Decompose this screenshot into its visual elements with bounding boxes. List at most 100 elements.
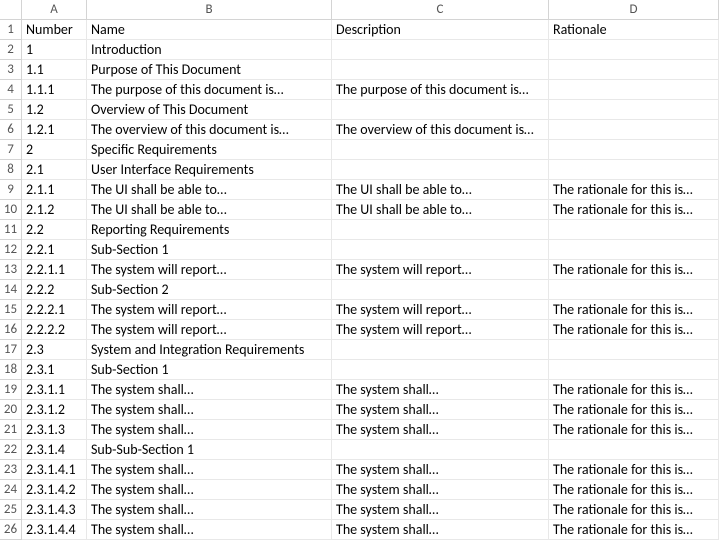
data-cell[interactable]: The system shall… (332, 500, 549, 520)
data-cell[interactable]: Overview of This Document (87, 100, 332, 120)
data-cell[interactable]: 2.3.1 (22, 360, 87, 380)
data-cell[interactable]: The system will report… (332, 260, 549, 280)
data-cell[interactable] (332, 140, 549, 160)
data-cell[interactable]: The UI shall be able to… (87, 200, 332, 220)
data-cell[interactable] (549, 340, 719, 360)
data-cell[interactable]: The rationale for this is… (549, 480, 719, 500)
row-header-1[interactable]: 1 (0, 20, 22, 40)
row-header-13[interactable]: 13 (0, 260, 22, 280)
data-cell[interactable] (549, 100, 719, 120)
data-cell[interactable]: The rationale for this is… (549, 520, 719, 540)
data-cell[interactable]: The system shall… (87, 520, 332, 540)
row-header-18[interactable]: 18 (0, 360, 22, 380)
data-cell[interactable] (332, 240, 549, 260)
data-cell[interactable]: The rationale for this is… (549, 400, 719, 420)
data-cell[interactable]: The purpose of this document is… (332, 80, 549, 100)
data-cell[interactable]: 1.2.1 (22, 120, 87, 140)
data-cell[interactable]: System and Integration Requirements (87, 340, 332, 360)
data-cell[interactable] (549, 240, 719, 260)
data-cell[interactable]: 1 (22, 40, 87, 60)
data-cell[interactable]: 2.3.1.4.2 (22, 480, 87, 500)
data-cell[interactable] (332, 340, 549, 360)
data-cell[interactable]: The UI shall be able to… (87, 180, 332, 200)
header-cell[interactable]: Number (22, 20, 87, 40)
data-cell[interactable]: The system will report… (87, 260, 332, 280)
data-cell[interactable]: 2.1 (22, 160, 87, 180)
data-cell[interactable]: 2.3.1.1 (22, 380, 87, 400)
row-header-25[interactable]: 25 (0, 500, 22, 520)
row-header-2[interactable]: 2 (0, 40, 22, 60)
data-cell[interactable]: 2.2.2 (22, 280, 87, 300)
data-cell[interactable]: The rationale for this is… (549, 420, 719, 440)
data-cell[interactable]: Sub-Section 1 (87, 360, 332, 380)
data-cell[interactable]: 2.2.1.1 (22, 260, 87, 280)
data-cell[interactable]: The system will report… (332, 300, 549, 320)
row-header-5[interactable]: 5 (0, 100, 22, 120)
data-cell[interactable]: The system shall… (87, 500, 332, 520)
row-header-3[interactable]: 3 (0, 60, 22, 80)
data-cell[interactable] (332, 220, 549, 240)
data-cell[interactable]: The system shall… (87, 380, 332, 400)
data-cell[interactable]: The system shall… (332, 460, 549, 480)
data-cell[interactable]: The rationale for this is… (549, 320, 719, 340)
data-cell[interactable]: 2.3 (22, 340, 87, 360)
row-header-9[interactable]: 9 (0, 180, 22, 200)
row-header-15[interactable]: 15 (0, 300, 22, 320)
data-cell[interactable]: The system will report… (87, 320, 332, 340)
data-cell[interactable] (549, 220, 719, 240)
data-cell[interactable] (549, 40, 719, 60)
data-cell[interactable]: The system shall… (332, 400, 549, 420)
column-header-A[interactable]: A (22, 0, 87, 20)
data-cell[interactable] (332, 440, 549, 460)
row-header-22[interactable]: 22 (0, 440, 22, 460)
data-cell[interactable]: 2.1.2 (22, 200, 87, 220)
row-header-12[interactable]: 12 (0, 240, 22, 260)
data-cell[interactable]: 2.2.1 (22, 240, 87, 260)
data-cell[interactable]: 1.2 (22, 100, 87, 120)
spreadsheet-grid[interactable]: ABCD1NumberNameDescriptionRationale21Int… (0, 0, 719, 540)
data-cell[interactable] (332, 360, 549, 380)
column-header-B[interactable]: B (87, 0, 332, 20)
data-cell[interactable]: The system will report… (332, 320, 549, 340)
row-header-26[interactable]: 26 (0, 520, 22, 540)
data-cell[interactable]: 1.1 (22, 60, 87, 80)
data-cell[interactable] (549, 280, 719, 300)
data-cell[interactable]: The rationale for this is… (549, 260, 719, 280)
data-cell[interactable]: The system shall… (332, 480, 549, 500)
data-cell[interactable]: 2.1.1 (22, 180, 87, 200)
column-header-C[interactable]: C (332, 0, 549, 20)
header-cell[interactable]: Rationale (549, 20, 719, 40)
data-cell[interactable] (549, 120, 719, 140)
data-cell[interactable]: Sub-Section 1 (87, 240, 332, 260)
data-cell[interactable]: Purpose of This Document (87, 60, 332, 80)
row-header-6[interactable]: 6 (0, 120, 22, 140)
data-cell[interactable]: 2.3.1.4.1 (22, 460, 87, 480)
row-header-8[interactable]: 8 (0, 160, 22, 180)
data-cell[interactable]: Specific Requirements (87, 140, 332, 160)
data-cell[interactable]: 2.2.2.1 (22, 300, 87, 320)
data-cell[interactable]: Reporting Requirements (87, 220, 332, 240)
data-cell[interactable]: The rationale for this is… (549, 460, 719, 480)
row-header-24[interactable]: 24 (0, 480, 22, 500)
data-cell[interactable]: The system shall… (87, 460, 332, 480)
data-cell[interactable] (549, 140, 719, 160)
row-header-7[interactable]: 7 (0, 140, 22, 160)
data-cell[interactable]: The system shall… (332, 420, 549, 440)
data-cell[interactable]: The rationale for this is… (549, 500, 719, 520)
column-header-D[interactable]: D (549, 0, 719, 20)
data-cell[interactable]: The rationale for this is… (549, 180, 719, 200)
row-header-19[interactable]: 19 (0, 380, 22, 400)
row-header-4[interactable]: 4 (0, 80, 22, 100)
data-cell[interactable] (332, 280, 549, 300)
data-cell[interactable] (549, 360, 719, 380)
data-cell[interactable]: 2.3.1.4 (22, 440, 87, 460)
header-cell[interactable]: Description (332, 20, 549, 40)
row-header-16[interactable]: 16 (0, 320, 22, 340)
data-cell[interactable]: The rationale for this is… (549, 300, 719, 320)
data-cell[interactable] (332, 100, 549, 120)
row-header-17[interactable]: 17 (0, 340, 22, 360)
data-cell[interactable]: The purpose of this document is… (87, 80, 332, 100)
data-cell[interactable] (332, 60, 549, 80)
data-cell[interactable]: The overview of this document is… (332, 120, 549, 140)
data-cell[interactable]: The system shall… (87, 400, 332, 420)
